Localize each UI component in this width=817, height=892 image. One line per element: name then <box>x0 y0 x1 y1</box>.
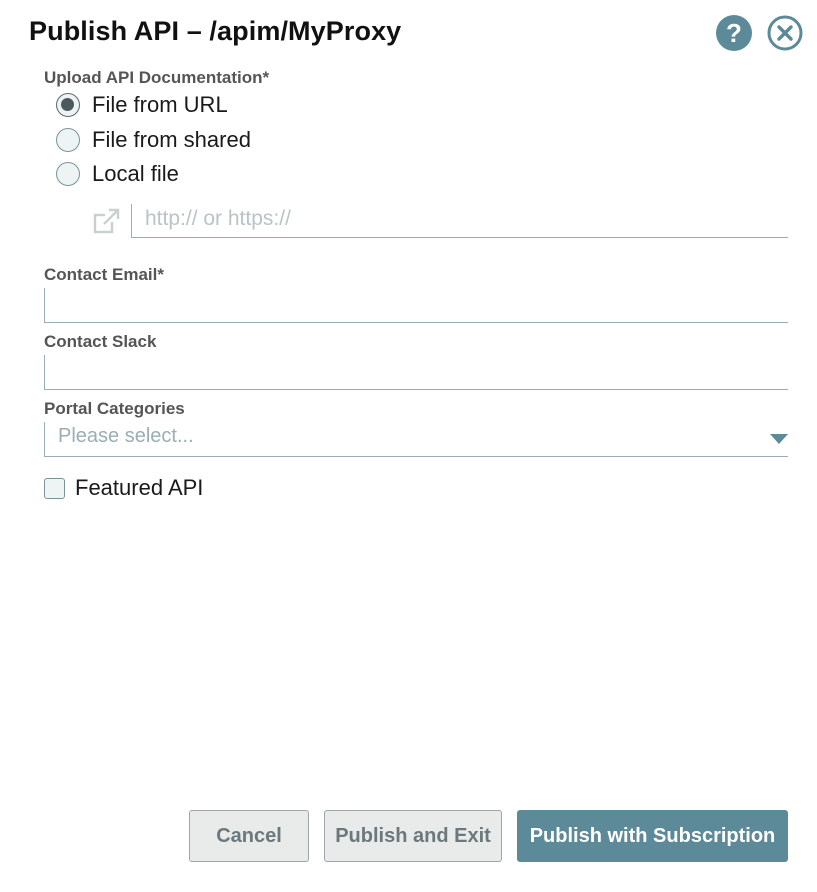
upload-doc-label: Upload API Documentation* <box>44 68 270 87</box>
url-placeholder: http:// or https:// <box>145 207 291 230</box>
radio-button[interactable] <box>56 128 80 152</box>
contact-email-input[interactable] <box>44 288 788 323</box>
chevron-down-icon[interactable] <box>770 434 788 444</box>
external-link-icon <box>93 208 120 234</box>
help-icon[interactable]: ? <box>716 15 752 51</box>
radio-label: Local file <box>92 161 179 186</box>
contact-slack-label: Contact Slack <box>44 332 157 351</box>
radio-button-checked[interactable] <box>56 93 80 117</box>
radio-label: File from shared <box>92 127 251 152</box>
portal-categories-label: Portal Categories <box>44 399 185 418</box>
featured-api-checkbox[interactable] <box>44 477 65 499</box>
radio-file-from-url[interactable]: File from URL <box>56 92 228 118</box>
publish-with-subscription-button[interactable]: Publish with Subscription <box>517 810 788 862</box>
radio-label: File from URL <box>92 92 228 117</box>
radio-local-file[interactable]: Local file <box>56 161 179 187</box>
close-icon[interactable] <box>767 15 803 51</box>
publish-and-exit-button[interactable]: Publish and Exit <box>324 810 502 862</box>
cancel-button[interactable]: Cancel <box>189 810 309 862</box>
radio-file-from-shared[interactable]: File from shared <box>56 127 251 153</box>
radio-button[interactable] <box>56 162 80 186</box>
featured-api-label: Featured API <box>75 475 204 500</box>
contact-slack-input[interactable] <box>44 355 788 390</box>
portal-categories-select[interactable]: Please select... <box>44 422 788 457</box>
contact-email-label: Contact Email* <box>44 265 164 284</box>
url-input[interactable]: http:// or https:// <box>131 204 788 238</box>
dialog-title: Publish API – /apim/MyProxy <box>29 16 402 46</box>
featured-api-checkbox-row[interactable]: Featured API <box>44 475 203 501</box>
select-placeholder: Please select... <box>58 425 194 447</box>
help-glyph: ? <box>726 18 742 48</box>
